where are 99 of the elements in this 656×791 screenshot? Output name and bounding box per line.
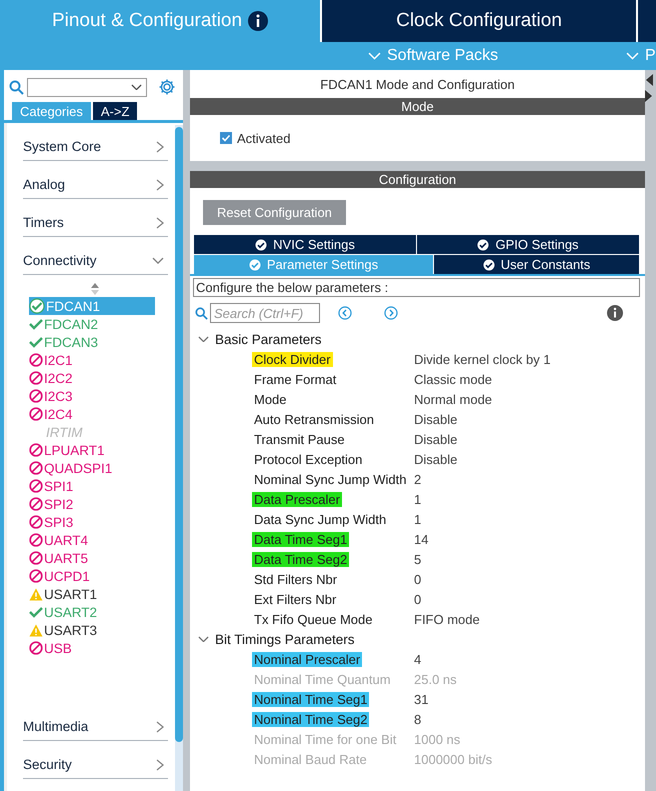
- gear-icon[interactable]: [158, 78, 176, 96]
- top-tab[interactable]: Clock Configuration: [322, 0, 636, 42]
- parameter-value[interactable]: Divide kernel clock by 1: [414, 352, 551, 366]
- peripheral-item[interactable]: I2C2: [29, 369, 155, 387]
- parameter-name[interactable]: Nominal Time Seg1: [252, 692, 370, 706]
- peripheral-item[interactable]: SPI3: [29, 513, 155, 531]
- parameter-value[interactable]: 1: [414, 512, 422, 526]
- chevron-right-icon: [156, 140, 164, 152]
- search-field[interactable]: Search (Ctrl+F): [210, 303, 320, 323]
- category-item[interactable]: Analog: [23, 161, 168, 199]
- chevron-right-icon: [156, 720, 164, 732]
- next-icon: [384, 306, 398, 320]
- chevron-right-icon: [156, 178, 164, 190]
- peripheral-item[interactable]: QUADSPI1: [29, 459, 155, 477]
- parameter-name[interactable]: Ext Filters Nbr: [252, 592, 338, 606]
- parameter-value[interactable]: 31: [414, 692, 428, 706]
- peripheral-item[interactable]: USART1: [29, 585, 155, 603]
- settings-tab[interactable]: NVIC Settings: [194, 235, 416, 254]
- search-icon: [9, 80, 24, 94]
- scrollbar-thumb[interactable]: [175, 127, 183, 742]
- parameter-value[interactable]: Disable: [414, 452, 458, 466]
- parameter-value[interactable]: 1: [414, 492, 422, 506]
- parameter-group[interactable]: Bit Timings Parameters: [198, 629, 355, 649]
- previous-button[interactable]: [338, 306, 352, 320]
- parameter-value[interactable]: 4: [414, 652, 422, 666]
- peripheral-item[interactable]: I2C3: [29, 387, 155, 405]
- parameter-name[interactable]: Tx Fifo Queue Mode: [252, 612, 374, 626]
- chevron-down-icon: [626, 52, 639, 60]
- search-icon: [195, 306, 208, 320]
- parameter-name[interactable]: Frame Format: [252, 372, 338, 386]
- parameter-name[interactable]: Nominal Time Seg2: [252, 712, 370, 726]
- chevron-down-icon: [368, 52, 381, 60]
- parameter-value[interactable]: Disable: [414, 432, 458, 446]
- parameter-name[interactable]: Data Prescaler: [252, 492, 342, 506]
- previous-icon: [338, 306, 352, 320]
- next-button[interactable]: [384, 306, 398, 320]
- parameter-value[interactable]: 0: [414, 572, 422, 586]
- parameter-group[interactable]: Basic Parameters: [198, 329, 322, 349]
- peripheral-item[interactable]: USB: [29, 639, 155, 657]
- parameter-name[interactable]: Std Filters Nbr: [252, 572, 340, 586]
- collapse-left-icon[interactable]: [645, 74, 653, 86]
- category-item[interactable]: Security: [23, 741, 168, 779]
- parameter-value[interactable]: 8: [414, 712, 422, 726]
- check-circle-icon: [248, 258, 261, 270]
- chevron-down-icon: [198, 636, 209, 642]
- chevron-down-icon: [131, 84, 142, 90]
- peripheral-item[interactable]: I2C4: [29, 405, 155, 423]
- panel-title: FDCAN1 Mode and Configuration: [319, 76, 516, 94]
- parameter-name[interactable]: Data Time Seg1: [252, 532, 350, 546]
- parameter-name[interactable]: Protocol Exception: [252, 452, 364, 466]
- view-tab[interactable]: A->Z: [92, 102, 138, 120]
- info-icon: [248, 11, 268, 31]
- check-circle-icon: [255, 238, 268, 250]
- tab-strip: [638, 0, 656, 42]
- checkbox-label: Activated: [237, 130, 290, 146]
- peripheral-item[interactable]: SPI1: [29, 477, 155, 495]
- settings-tab[interactable]: GPIO Settings: [417, 235, 639, 254]
- parameter-value[interactable]: Normal mode: [414, 392, 492, 406]
- parameter-value[interactable]: Classic mode: [414, 372, 492, 386]
- parameter-name[interactable]: Nominal Prescaler: [252, 652, 362, 666]
- sort-icon[interactable]: [91, 283, 99, 295]
- hint-text: Configure the below parameters :: [193, 278, 640, 297]
- peripheral-item[interactable]: LPUART1: [29, 441, 155, 459]
- chevron-right-icon: [156, 216, 164, 228]
- parameter-name[interactable]: Transmit Pause: [252, 432, 347, 446]
- check-circle-icon: [482, 258, 495, 270]
- parameter-value[interactable]: 14: [414, 532, 428, 546]
- search-combo[interactable]: [27, 78, 147, 96]
- parameter-value[interactable]: FIFO mode: [414, 612, 480, 626]
- expand-right-icon[interactable]: [645, 90, 653, 102]
- category-item[interactable]: Timers: [23, 199, 168, 237]
- parameter-value[interactable]: 5: [414, 552, 422, 566]
- parameter-value[interactable]: 0: [414, 592, 422, 606]
- parameter-name[interactable]: Data Time Seg2: [252, 552, 350, 566]
- checkbox[interactable]: [220, 132, 232, 144]
- peripheral-item[interactable]: UART5: [29, 549, 155, 567]
- section-header: Configuration: [190, 171, 645, 188]
- settings-tab[interactable]: User Constants: [434, 255, 639, 274]
- parameter-name[interactable]: Clock Divider: [252, 352, 333, 366]
- parameter-name[interactable]: Data Sync Jump Width: [252, 512, 388, 526]
- chevron-right-icon: [156, 758, 164, 770]
- parameter-name[interactable]: Nominal Sync Jump Width: [252, 472, 408, 486]
- check-circle-icon: [477, 238, 490, 250]
- section-header: Mode: [190, 98, 645, 115]
- category-item[interactable]: Connectivity: [23, 237, 168, 275]
- parameter-name[interactable]: Auto Retransmission: [252, 412, 376, 426]
- parameter-name[interactable]: Mode: [252, 392, 289, 406]
- chevron-down-icon: [198, 336, 209, 342]
- peripheral-item[interactable]: I2C1: [29, 351, 155, 369]
- peripheral-item[interactable]: USART3: [29, 621, 155, 639]
- parameter-value[interactable]: 2: [414, 472, 422, 486]
- category-item[interactable]: Multimedia: [23, 703, 168, 741]
- peripheral-item[interactable]: SPI2: [29, 495, 155, 513]
- peripheral-item[interactable]: UCPD1: [29, 567, 155, 585]
- parameter-value[interactable]: Disable: [414, 412, 458, 426]
- chevron-down-icon: [152, 256, 164, 264]
- info-icon[interactable]: [607, 305, 623, 321]
- peripheral-item[interactable]: UART4: [29, 531, 155, 549]
- category-item[interactable]: System Core: [23, 123, 168, 161]
